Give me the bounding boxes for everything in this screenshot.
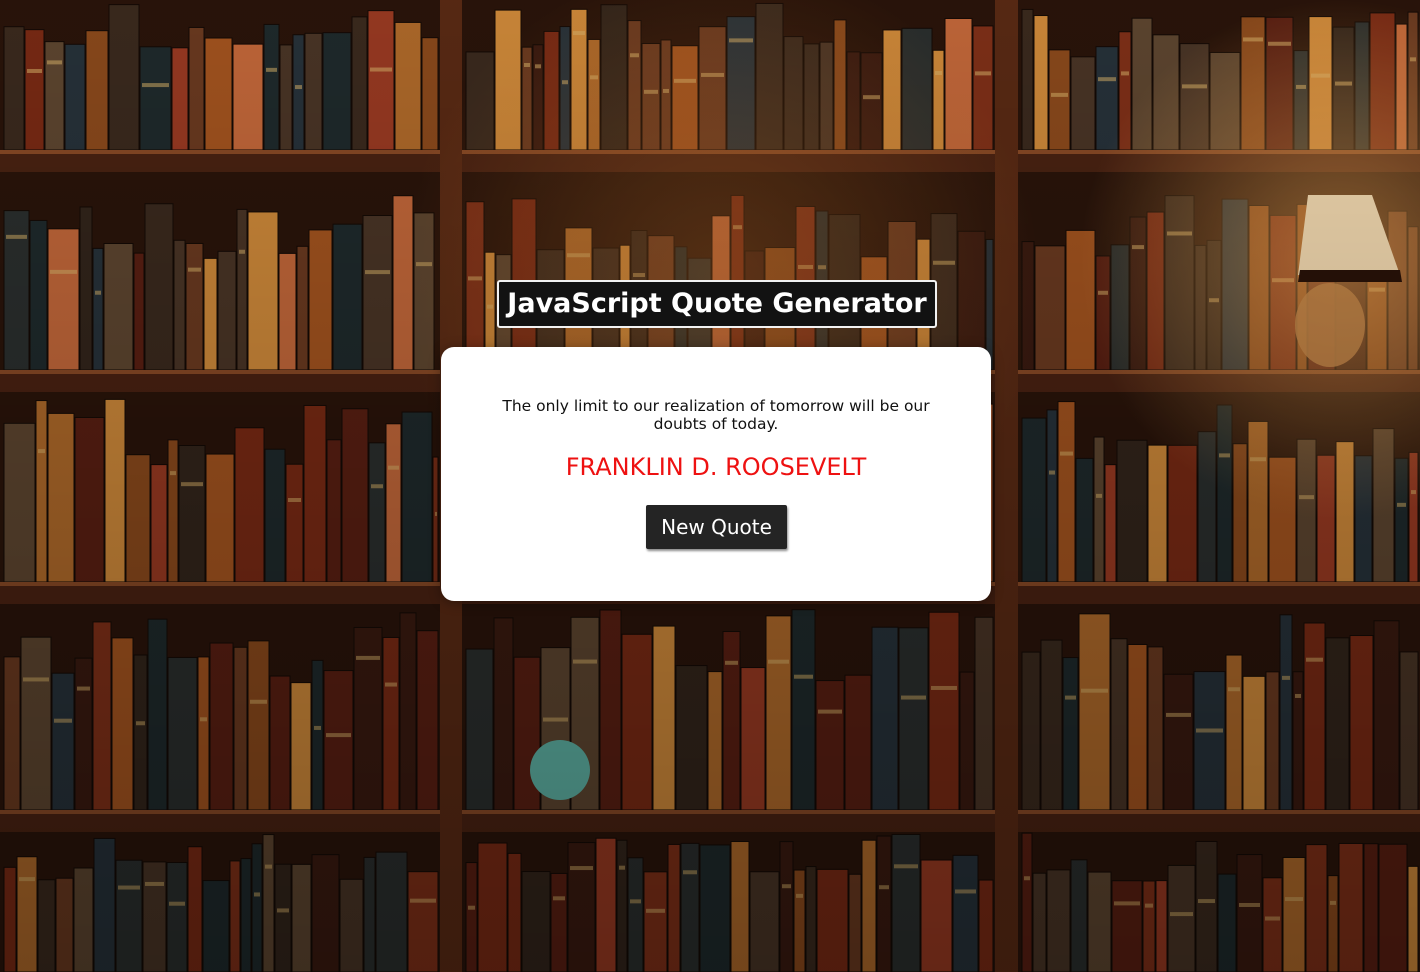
quote-author: FRANKLIN D. ROOSEVELT [565, 453, 867, 481]
quote-card: The only limit to our realization of tom… [441, 347, 991, 601]
quote-text: The only limit to our realization of tom… [502, 397, 930, 433]
page: JavaScript Quote Generator The only limi… [0, 0, 1420, 972]
page-title: JavaScript Quote Generator [497, 280, 937, 328]
new-quote-button[interactable]: New Quote [646, 505, 787, 549]
